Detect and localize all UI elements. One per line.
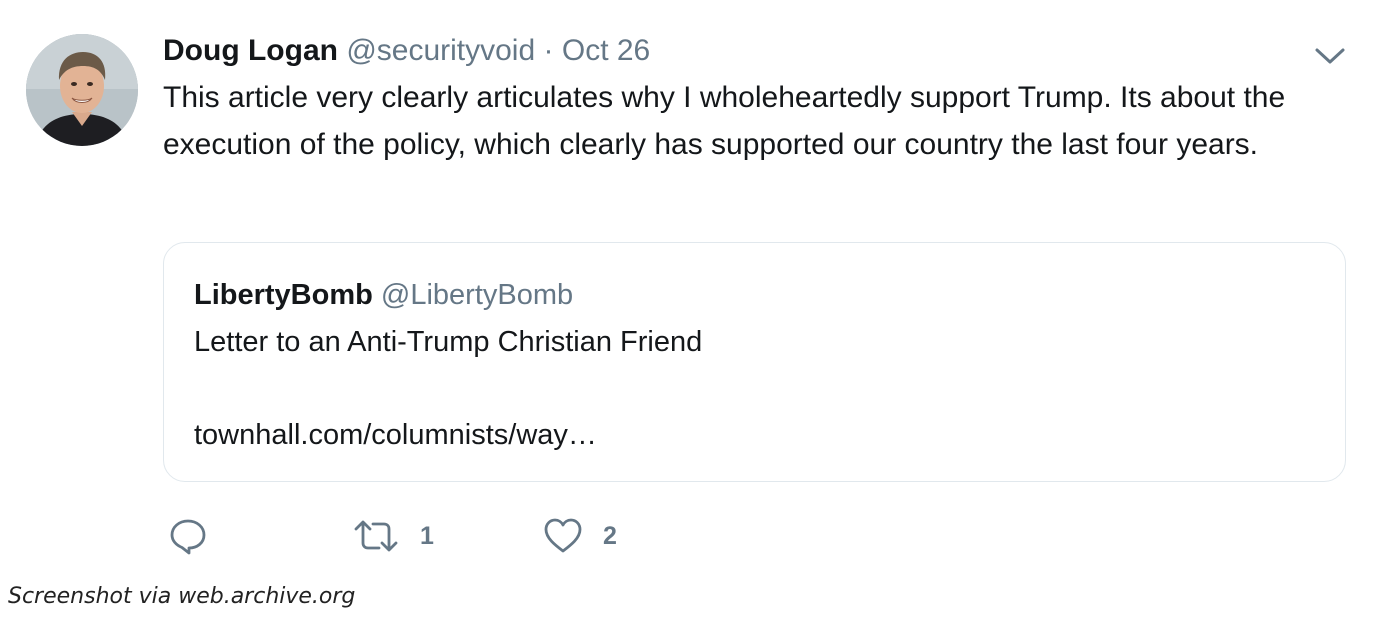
quoted-tweet-link[interactable]: townhall.com/columnists/way… — [194, 416, 597, 454]
author-name[interactable]: Doug Logan — [163, 34, 338, 67]
chevron-down-icon — [1315, 48, 1345, 64]
tweet-text: This article very clearly articulates wh… — [163, 81, 1286, 161]
tweet-menu-button[interactable] — [1313, 44, 1347, 68]
like-count: 2 — [603, 521, 617, 550]
quoted-author-handle: @LibertyBomb — [380, 279, 574, 311]
quoted-author-name: LibertyBomb — [194, 279, 373, 311]
retweet-button[interactable]: 1 — [352, 516, 434, 556]
retweet-icon — [354, 520, 398, 552]
quoted-tweet-card[interactable]: LibertyBomb @LibertyBomb Letter to an An… — [163, 242, 1346, 482]
author-handle[interactable]: @securityvoid — [346, 34, 535, 67]
quoted-tweet-header: LibertyBomb @LibertyBomb — [194, 276, 573, 314]
retweet-count: 1 — [420, 521, 434, 550]
heart-icon — [544, 518, 582, 553]
avatar-photo — [26, 34, 138, 146]
avatar[interactable] — [26, 34, 138, 146]
screenshot-caption: Screenshot via web.archive.org — [8, 584, 356, 609]
quoted-tweet-text: Letter to an Anti-Trump Christian Friend — [194, 326, 703, 358]
reply-icon — [170, 519, 206, 555]
tweet-timestamp[interactable]: Oct 26 — [562, 34, 650, 67]
like-button[interactable]: 2 — [543, 516, 617, 556]
header-separator: · — [543, 34, 554, 67]
tweet-header: Doug Logan @securityvoid · Oct 26 — [163, 31, 650, 71]
reply-button[interactable] — [168, 516, 228, 556]
